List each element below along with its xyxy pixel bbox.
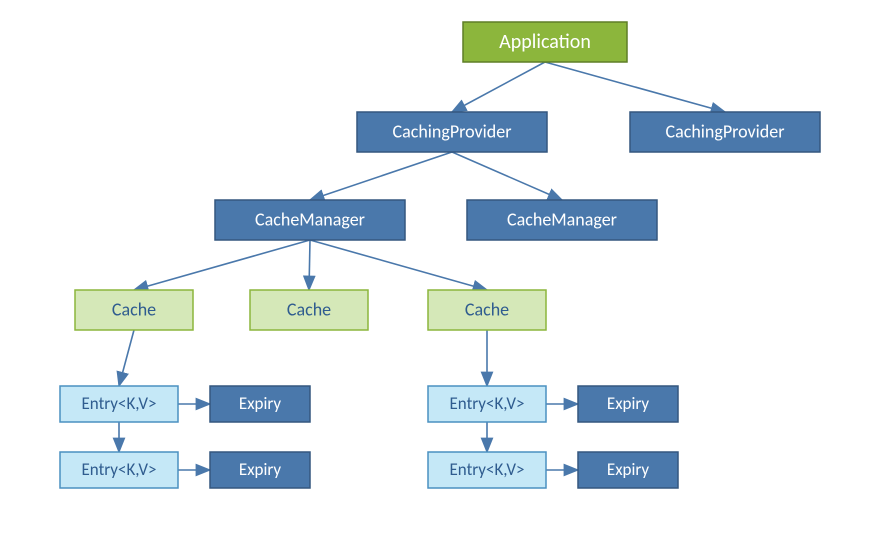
edge-cacheManager1-cache2 [309, 240, 310, 290]
node-label-cache2: Cache [287, 298, 331, 320]
node-label-expiry1a: Expiry [239, 393, 282, 414]
node-expiry3a: Expiry [578, 386, 678, 422]
node-label-cachingProvider1: CachingProvider [393, 120, 512, 142]
edge-application-cachingProvider1 [452, 62, 545, 112]
node-label-expiry3a: Expiry [607, 393, 650, 414]
node-cachingProvider2: CachingProvider [630, 112, 820, 152]
architecture-diagram: Application CachingProvider CachingProvide… [0, 0, 880, 544]
node-label-cacheManager1: CacheManager [255, 208, 365, 230]
node-expiry1b: Expiry [210, 452, 310, 488]
node-expiry1a: Expiry [210, 386, 310, 422]
node-label-application: Application [499, 30, 591, 54]
node-expiry3b: Expiry [578, 452, 678, 488]
node-label-cachingProvider2: CachingProvider [666, 120, 785, 142]
node-label-entry1b: Entry<K,V> [82, 459, 157, 480]
node-label-expiry1b: Expiry [239, 459, 282, 480]
node-application: Application [463, 22, 627, 62]
node-label-cache3: Cache [465, 298, 509, 320]
node-label-entry3a: Entry<K,V> [450, 393, 525, 414]
node-cache3: Cache [428, 290, 546, 330]
node-label-entry1a: Entry<K,V> [82, 393, 157, 414]
edge-application-cachingProvider2 [545, 62, 725, 112]
node-cacheManager2: CacheManager [467, 200, 657, 240]
edge-cacheManager1-cache1 [134, 240, 310, 290]
node-entry3b: Entry<K,V> [428, 452, 546, 488]
edge-cachingProvider1-cacheManager2 [452, 152, 562, 200]
edge-cachingProvider1-cacheManager1 [310, 152, 452, 200]
node-cache2: Cache [250, 290, 368, 330]
edge-cacheManager1-cache3 [310, 240, 487, 290]
node-entry1b: Entry<K,V> [60, 452, 178, 488]
node-entry3a: Entry<K,V> [428, 386, 546, 422]
node-cachingProvider1: CachingProvider [357, 112, 547, 152]
node-label-entry3b: Entry<K,V> [450, 459, 525, 480]
node-entry1a: Entry<K,V> [60, 386, 178, 422]
edge-cache1-entry1a [119, 330, 134, 386]
node-label-cacheManager2: CacheManager [507, 208, 617, 230]
node-cacheManager1: CacheManager [215, 200, 405, 240]
node-cache1: Cache [75, 290, 193, 330]
node-label-expiry3b: Expiry [607, 459, 650, 480]
node-label-cache1: Cache [112, 298, 156, 320]
